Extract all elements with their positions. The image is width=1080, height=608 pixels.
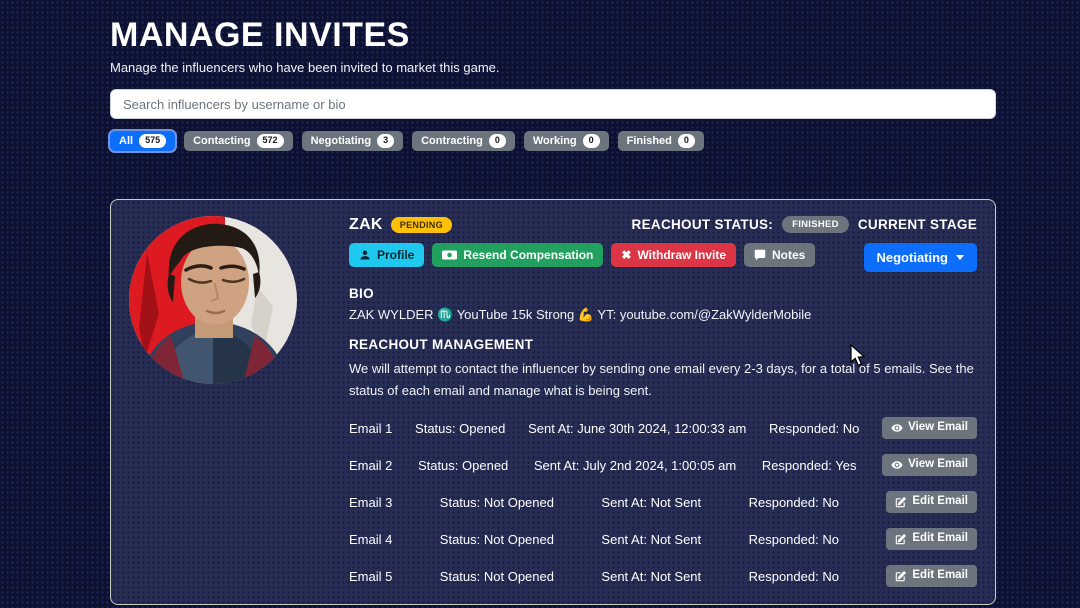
- cash-icon: [442, 250, 457, 260]
- email-action-label: Edit Email: [912, 569, 968, 583]
- profile-button-label: Profile: [377, 248, 414, 262]
- name-group: ZAK PENDING: [349, 216, 452, 234]
- email-row: Email 1 Status: Opened Sent At: June 30t…: [349, 416, 977, 440]
- page-container: MANAGE INVITES Manage the influencers wh…: [110, 0, 996, 605]
- email-status: Status: Not Opened: [440, 569, 554, 584]
- email-action-label: View Email: [908, 421, 968, 435]
- email-list: Email 1 Status: Opened Sent At: June 30t…: [349, 416, 977, 588]
- email-responded: Responded: Yes: [762, 458, 857, 473]
- edit-email-button[interactable]: Edit Email: [886, 528, 977, 550]
- email-row: Email 5 Status: Not Opened Sent At: Not …: [349, 564, 977, 588]
- email-label: Email 4: [349, 532, 392, 547]
- filter-label: Negotiating: [311, 135, 372, 147]
- email-sent-at: Sent At: June 30th 2024, 12:00:33 am: [528, 421, 746, 436]
- filter-contacting[interactable]: Contacting 572: [184, 131, 292, 151]
- filter-label: Working: [533, 135, 577, 147]
- withdraw-invite-button[interactable]: ✖ Withdraw Invite: [611, 243, 736, 267]
- pencil-square-icon: [895, 570, 907, 582]
- filter-label: Contracting: [421, 135, 483, 147]
- email-sent-at: Sent At: Not Sent: [601, 569, 701, 584]
- email-sent-at: Sent At: July 2nd 2024, 1:00:05 am: [534, 458, 736, 473]
- email-status: Status: Opened: [418, 458, 508, 473]
- influencer-actions: Profile Resend Compensation ✖ Withdraw I…: [349, 243, 815, 267]
- email-label: Email 1: [349, 421, 392, 436]
- eye-icon: [891, 422, 903, 434]
- email-responded: Responded: No: [749, 495, 839, 510]
- filter-count-badge: 3: [377, 134, 394, 148]
- email-responded: Responded: No: [749, 569, 839, 584]
- notes-button-label: Notes: [772, 248, 805, 262]
- filter-count-badge: 575: [139, 134, 166, 148]
- email-responded: Responded: No: [769, 421, 859, 436]
- email-action-label: Edit Email: [912, 495, 968, 509]
- pencil-square-icon: [895, 496, 907, 508]
- email-label: Email 3: [349, 495, 392, 510]
- reachout-status-badge: FINISHED: [782, 216, 849, 233]
- card-header: ZAK PENDING REACHOUT STATUS: FINISHED CU…: [349, 216, 977, 234]
- page-title: MANAGE INVITES: [110, 16, 996, 55]
- caret-down-icon: [956, 255, 964, 260]
- filter-all[interactable]: All 575: [110, 131, 175, 151]
- filter-label: Contacting: [193, 135, 250, 147]
- email-action-label: View Email: [908, 458, 968, 472]
- email-status: Status: Opened: [415, 421, 505, 436]
- filter-working[interactable]: Working 0: [524, 131, 609, 151]
- filter-count-badge: 0: [489, 134, 506, 148]
- status-group: REACHOUT STATUS: FINISHED CURRENT STAGE: [632, 216, 977, 233]
- reachout-management-label: REACHOUT MANAGEMENT: [349, 337, 977, 352]
- profile-button[interactable]: Profile: [349, 243, 424, 267]
- email-sent-at: Sent At: Not Sent: [601, 532, 701, 547]
- filter-count-badge: 0: [678, 134, 695, 148]
- email-responded: Responded: No: [749, 532, 839, 547]
- action-button-row: Profile Resend Compensation ✖ Withdraw I…: [349, 243, 977, 273]
- email-action-label: Edit Email: [912, 532, 968, 546]
- reachout-status-label: REACHOUT STATUS:: [632, 217, 774, 232]
- pending-badge: PENDING: [391, 217, 452, 233]
- bio-label: BIO: [349, 286, 977, 301]
- reachout-description: We will attempt to contact the influence…: [349, 358, 977, 401]
- filter-finished[interactable]: Finished 0: [618, 131, 704, 151]
- email-row: Email 4 Status: Not Opened Sent At: Not …: [349, 527, 977, 551]
- page-subtitle: Manage the influencers who have been inv…: [110, 60, 996, 75]
- edit-email-button[interactable]: Edit Email: [886, 565, 977, 587]
- email-label: Email 2: [349, 458, 392, 473]
- email-status: Status: Not Opened: [440, 495, 554, 510]
- email-row: Email 2 Status: Opened Sent At: July 2nd…: [349, 453, 977, 477]
- filter-label: Finished: [627, 135, 672, 147]
- note-icon: [754, 249, 766, 261]
- influencer-name: ZAK: [349, 216, 383, 234]
- current-stage-value: Negotiating: [877, 250, 949, 266]
- bio-text: ZAK WYLDER ♏️ YouTube 15k Strong 💪 YT: y…: [349, 307, 977, 323]
- filter-negotiating[interactable]: Negotiating 3: [302, 131, 404, 151]
- withdraw-button-label: Withdraw Invite: [637, 248, 726, 262]
- email-row: Email 3 Status: Not Opened Sent At: Not …: [349, 490, 977, 514]
- search-input[interactable]: [110, 89, 996, 119]
- x-icon: ✖: [621, 248, 631, 262]
- avatar-image: [129, 216, 297, 384]
- view-email-button[interactable]: View Email: [882, 417, 977, 439]
- filter-count-badge: 0: [583, 134, 600, 148]
- view-email-button[interactable]: View Email: [882, 454, 977, 476]
- influencer-card: ZAK PENDING REACHOUT STATUS: FINISHED CU…: [110, 199, 996, 605]
- person-icon: [359, 249, 371, 261]
- influencer-details: ZAK PENDING REACHOUT STATUS: FINISHED CU…: [349, 216, 977, 588]
- filter-pills: All 575 Contacting 572 Negotiating 3 Con…: [110, 131, 996, 151]
- pencil-square-icon: [895, 533, 907, 545]
- eye-icon: [891, 459, 903, 471]
- resend-compensation-button[interactable]: Resend Compensation: [432, 243, 603, 267]
- email-status: Status: Not Opened: [440, 532, 554, 547]
- filter-contracting[interactable]: Contracting 0: [412, 131, 515, 151]
- avatar: [129, 216, 297, 588]
- filter-label: All: [119, 135, 133, 147]
- email-label: Email 5: [349, 569, 392, 584]
- edit-email-button[interactable]: Edit Email: [886, 491, 977, 513]
- filter-count-badge: 572: [257, 134, 284, 148]
- email-sent-at: Sent At: Not Sent: [601, 495, 701, 510]
- current-stage-label: CURRENT STAGE: [858, 217, 977, 232]
- current-stage-dropdown[interactable]: Negotiating: [864, 243, 978, 273]
- notes-button[interactable]: Notes: [744, 243, 815, 267]
- resend-button-label: Resend Compensation: [463, 248, 593, 262]
